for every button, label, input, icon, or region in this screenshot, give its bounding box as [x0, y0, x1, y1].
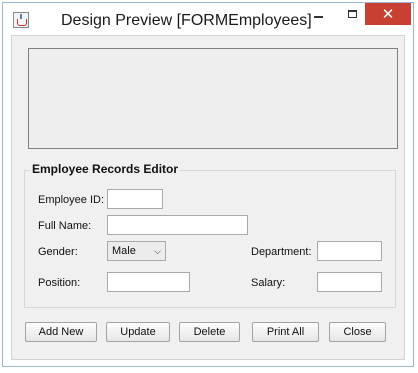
gender-label: Gender: — [38, 246, 78, 258]
close-button[interactable]: Close — [329, 322, 386, 342]
full-name-field[interactable] — [107, 215, 248, 235]
employee-id-label: Employee ID: — [38, 194, 105, 206]
window-title: Design Preview [FORMEmployees] — [61, 12, 312, 29]
add-new-button[interactable]: Add New — [25, 322, 97, 342]
delete-button[interactable]: Delete — [179, 322, 240, 342]
gender-select[interactable]: Male ⌵ — [107, 241, 166, 261]
salary-label: Salary: — [251, 277, 286, 289]
title-bar[interactable]: Design Preview [FORMEmployees] ✕ — [3, 3, 413, 35]
gender-selected-value: Male — [112, 245, 136, 257]
java-cup-icon[interactable] — [13, 12, 29, 28]
maximize-icon — [347, 10, 357, 18]
employee-id-field[interactable] — [107, 189, 163, 209]
close-icon: ✕ — [381, 6, 395, 23]
chevron-down-icon: ⌵ — [154, 245, 161, 256]
salary-field[interactable] — [317, 272, 382, 292]
close-window-button[interactable]: ✕ — [365, 3, 411, 25]
app-window: Design Preview [FORMEmployees] ✕ Employe… — [2, 2, 414, 367]
department-field[interactable] — [317, 241, 382, 261]
department-label: Department: — [251, 246, 312, 258]
full-name-label: Full Name: — [38, 220, 92, 232]
preview-area — [28, 48, 398, 149]
print-all-button[interactable]: Print All — [252, 322, 319, 342]
position-field[interactable] — [107, 272, 190, 292]
update-button[interactable]: Update — [106, 322, 170, 342]
content-panel: Employee Records Editor Employee ID: Ful… — [11, 35, 405, 360]
position-label: Position: — [38, 277, 81, 289]
group-title: Employee Records Editor — [30, 162, 181, 176]
minimize-icon — [313, 16, 323, 18]
minimize-button[interactable] — [300, 3, 336, 25]
